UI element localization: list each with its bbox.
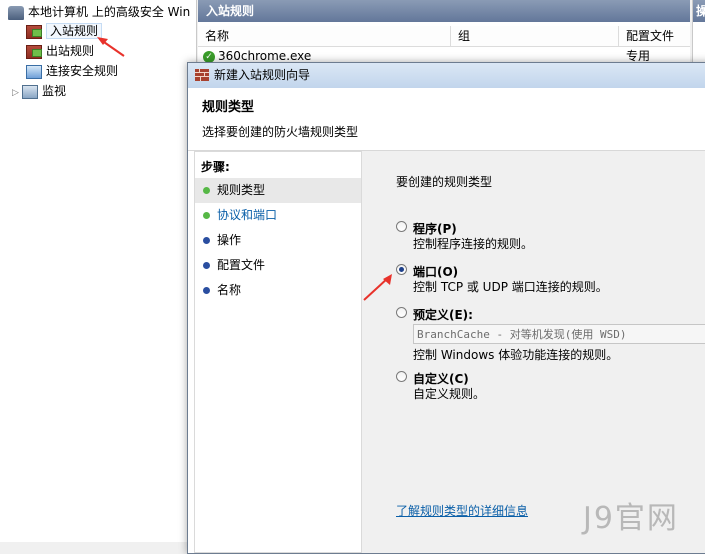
annotation-arrow-port [363, 274, 392, 301]
watermark: J9官网 [583, 501, 679, 536]
